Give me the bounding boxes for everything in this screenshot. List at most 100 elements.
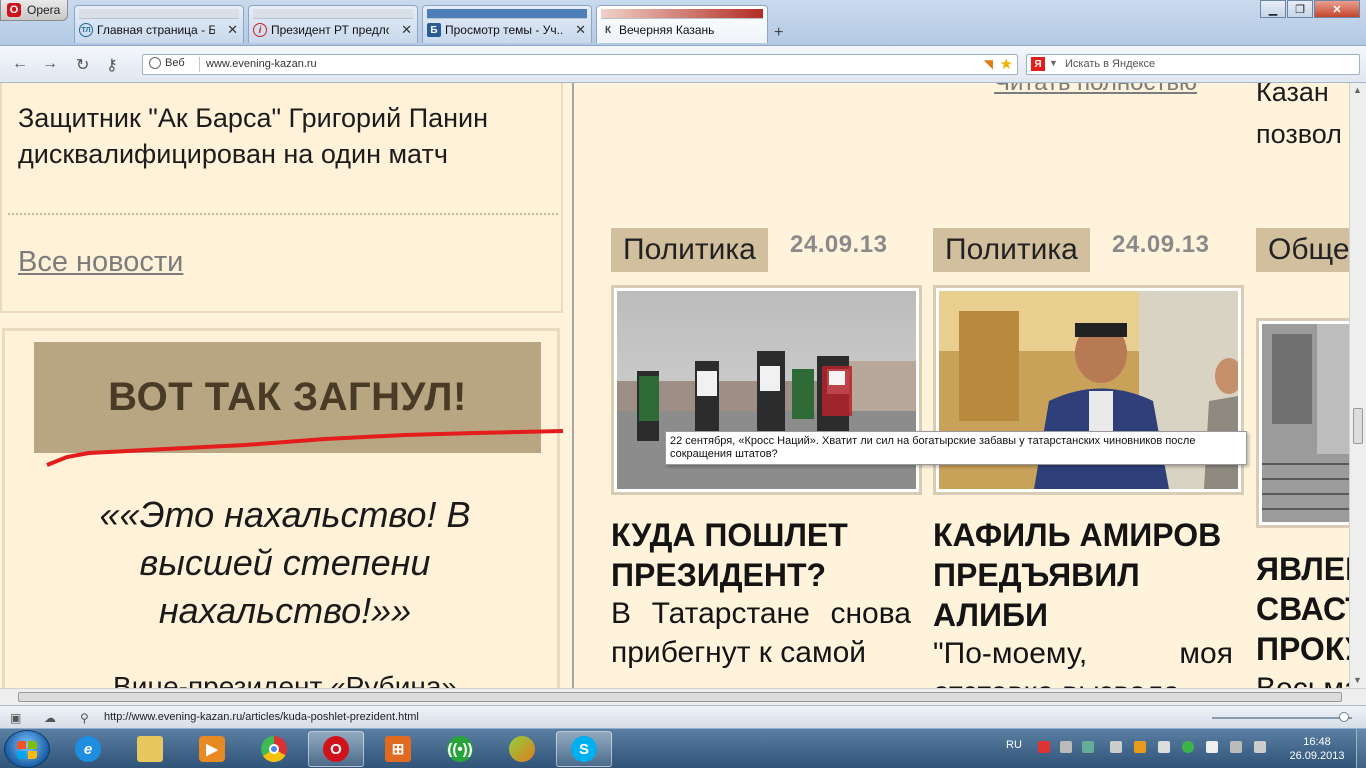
browser-status-bar: ▣ ☁ ⚲ http://www.evening-kazan.ru/articl… <box>0 705 1366 728</box>
opera-logo-icon: O <box>7 3 21 17</box>
news-sidebar: Защитник "Ак Барса" Григорий Панин дискв… <box>0 83 563 313</box>
taskbar-network-app[interactable]: ((•)) <box>432 731 488 767</box>
article-headline-link[interactable]: КАФИЛЬ АМИРОВ ПРЕДЪЯВИЛ АЛИБИ <box>933 515 1243 635</box>
search-engine-dropdown-icon[interactable]: ▼ <box>1049 58 1058 68</box>
scroll-up-arrow-icon[interactable]: ▲ <box>1353 85 1362 95</box>
tab-label: Главная страница - Б... <box>97 23 215 37</box>
taskbar-opera[interactable]: O <box>308 731 364 767</box>
taskbar-skype[interactable]: S <box>556 731 612 767</box>
internet-explorer-icon: e <box>75 736 101 762</box>
article-category-badge[interactable]: Политика <box>611 228 768 272</box>
tray-app-icon[interactable] <box>1082 741 1094 753</box>
taskbar-chrome[interactable] <box>246 731 302 767</box>
windows-logo-icon <box>17 741 37 759</box>
yandex-logo-icon[interactable]: Я <box>1031 57 1045 71</box>
article-category-badge[interactable]: Общество <box>1256 228 1349 272</box>
link-icon: ⚲ <box>80 711 89 725</box>
cloud-icon[interactable]: ☁ <box>44 711 56 725</box>
all-news-link[interactable]: Все новости <box>18 246 183 279</box>
network-app-icon: ((•)) <box>447 736 473 762</box>
speaker-icon[interactable] <box>1230 741 1242 753</box>
show-desktop-button[interactable] <box>1356 729 1366 768</box>
back-arrow-icon[interactable]: ← <box>12 55 28 73</box>
zoom-slider-knob[interactable] <box>1338 712 1349 722</box>
volume-icon[interactable] <box>1060 741 1072 753</box>
address-separator <box>199 57 200 72</box>
horizontal-scroll-thumb[interactable] <box>18 692 1342 702</box>
web-mode-badge[interactable]: Веб <box>149 57 185 69</box>
taskbar-file-manager[interactable]: ⊞ <box>370 731 426 767</box>
vertical-scroll-thumb[interactable] <box>1353 408 1363 444</box>
tray-volume-icon[interactable] <box>1254 741 1266 753</box>
skype-icon: S <box>571 736 597 762</box>
close-window-button[interactable]: ✕ <box>1314 0 1360 18</box>
search-field[interactable]: Я ▼ Искать в Яндексе <box>1026 54 1360 75</box>
tab-glavnaya[interactable]: ТЛ Главная страница - Б... ✕ <box>74 5 244 43</box>
tab-label: Вечерняя Казань <box>619 23 715 37</box>
network-signal-icon[interactable] <box>1206 741 1218 753</box>
dotted-divider <box>8 213 558 215</box>
tray-monitor-icon[interactable] <box>1110 741 1122 753</box>
tab-label: Президент РТ предло... <box>271 23 389 37</box>
tab-favicon-icon: Б <box>427 23 441 37</box>
reload-icon[interactable]: ↻ <box>76 55 89 75</box>
zoom-slider[interactable] <box>1212 717 1352 719</box>
article-lead: "По-моему, моя отставка вызвала <box>933 637 1233 688</box>
language-indicator[interactable]: RU <box>1006 739 1022 751</box>
building-image <box>1262 324 1349 522</box>
tray-update-icon[interactable] <box>1134 741 1146 753</box>
tab-close-icon[interactable]: ✕ <box>575 22 586 38</box>
read-more-link[interactable]: Читать полностью <box>994 83 1197 97</box>
chrome-icon <box>261 736 287 762</box>
rss-feed-icon[interactable]: ◥ <box>984 57 993 71</box>
quote-heading: ВОТ ТАК ЗАГНУЛ! <box>108 375 467 419</box>
taskbar-media-player[interactable]: ▶ <box>184 731 240 767</box>
clock-time: 16:48 <box>1303 736 1331 748</box>
tab-vechernyaya-kazan[interactable]: К Вечерняя Казань <box>596 5 768 43</box>
taskbar-explorer[interactable] <box>122 731 178 767</box>
scroll-down-arrow-icon[interactable]: ▼ <box>1353 675 1362 685</box>
red-underline-decoration <box>46 429 564 467</box>
article-lead: В Татарстане снова прибегнут к самой <box>611 597 911 669</box>
vertical-scrollbar[interactable]: ▲ ▼ <box>1349 83 1366 688</box>
article-category-badge[interactable]: Политика <box>933 228 1090 272</box>
address-bar[interactable]: Веб www.evening-kazan.ru ◥ ★ <box>142 54 1018 75</box>
forward-arrow-icon[interactable]: → <box>42 55 58 73</box>
article-headline-link[interactable]: ЯВЛЕНИЕ СВАСТИКИ В ПРОКУРАТУРЕ <box>1256 549 1349 669</box>
new-tab-plus-icon[interactable]: + <box>774 24 783 42</box>
opera-menu-button[interactable]: O Opera <box>0 0 68 21</box>
windows-taskbar: e ▶ O ⊞ ((•)) S RU 16:48 26.09.2013 <box>0 728 1366 768</box>
maximize-button[interactable]: ❐ <box>1287 0 1313 18</box>
photo-caption-tooltip: 22 сентября, «Кросс Наций». Хватит ли си… <box>665 431 1247 465</box>
taskbar-green-app[interactable] <box>494 731 550 767</box>
key-icon[interactable]: ⚷ <box>106 55 118 75</box>
panel-toggle-icon[interactable]: ▣ <box>10 711 21 725</box>
file-manager-icon: ⊞ <box>385 736 411 762</box>
quote-text: ««Это нахальство! В высшей степени нахал… <box>99 494 471 631</box>
tab-close-icon[interactable]: ✕ <box>401 22 412 38</box>
article-photo-svastika[interactable] <box>1256 318 1349 528</box>
horizontal-scrollbar[interactable] <box>0 688 1366 705</box>
taskbar-ie[interactable]: e <box>60 731 116 767</box>
tab-thumbnail <box>601 9 763 19</box>
sidebar-news-link[interactable]: Защитник "Ак Барса" Григорий Панин дискв… <box>18 100 548 172</box>
system-clock[interactable]: 16:48 26.09.2013 <box>1286 735 1348 763</box>
tray-usb-icon[interactable] <box>1158 741 1170 753</box>
tray-antivirus-icon[interactable] <box>1182 741 1194 753</box>
green-app-icon <box>509 736 535 762</box>
quote-block: ВОТ ТАК ЗАГНУЛ! ««Это нахальство! В высш… <box>2 328 564 688</box>
tab-prosmotr-temy[interactable]: Б Просмотр темы - Уч... ✕ <box>422 5 592 43</box>
tab-close-icon[interactable]: ✕ <box>227 22 238 38</box>
folder-icon <box>137 736 163 762</box>
address-url[interactable]: www.evening-kazan.ru <box>206 58 317 70</box>
bookmark-star-icon[interactable]: ★ <box>1000 55 1013 73</box>
page-viewport: Защитник "Ак Барса" Григорий Панин дискв… <box>0 83 1366 688</box>
tab-prezident[interactable]: i Президент РТ предло... ✕ <box>248 5 418 43</box>
article-date: 24.09.13 <box>790 231 888 258</box>
tray-flag-icon[interactable] <box>1038 741 1050 753</box>
web-mode-label: Веб <box>165 57 185 69</box>
minimize-button[interactable]: ▁ <box>1260 0 1286 18</box>
start-button[interactable] <box>4 730 50 768</box>
article-lead: Весьма <box>1256 669 1349 688</box>
article-headline-link[interactable]: КУДА ПОШЛЕТ ПРЕЗИДЕНТ? <box>611 515 921 595</box>
